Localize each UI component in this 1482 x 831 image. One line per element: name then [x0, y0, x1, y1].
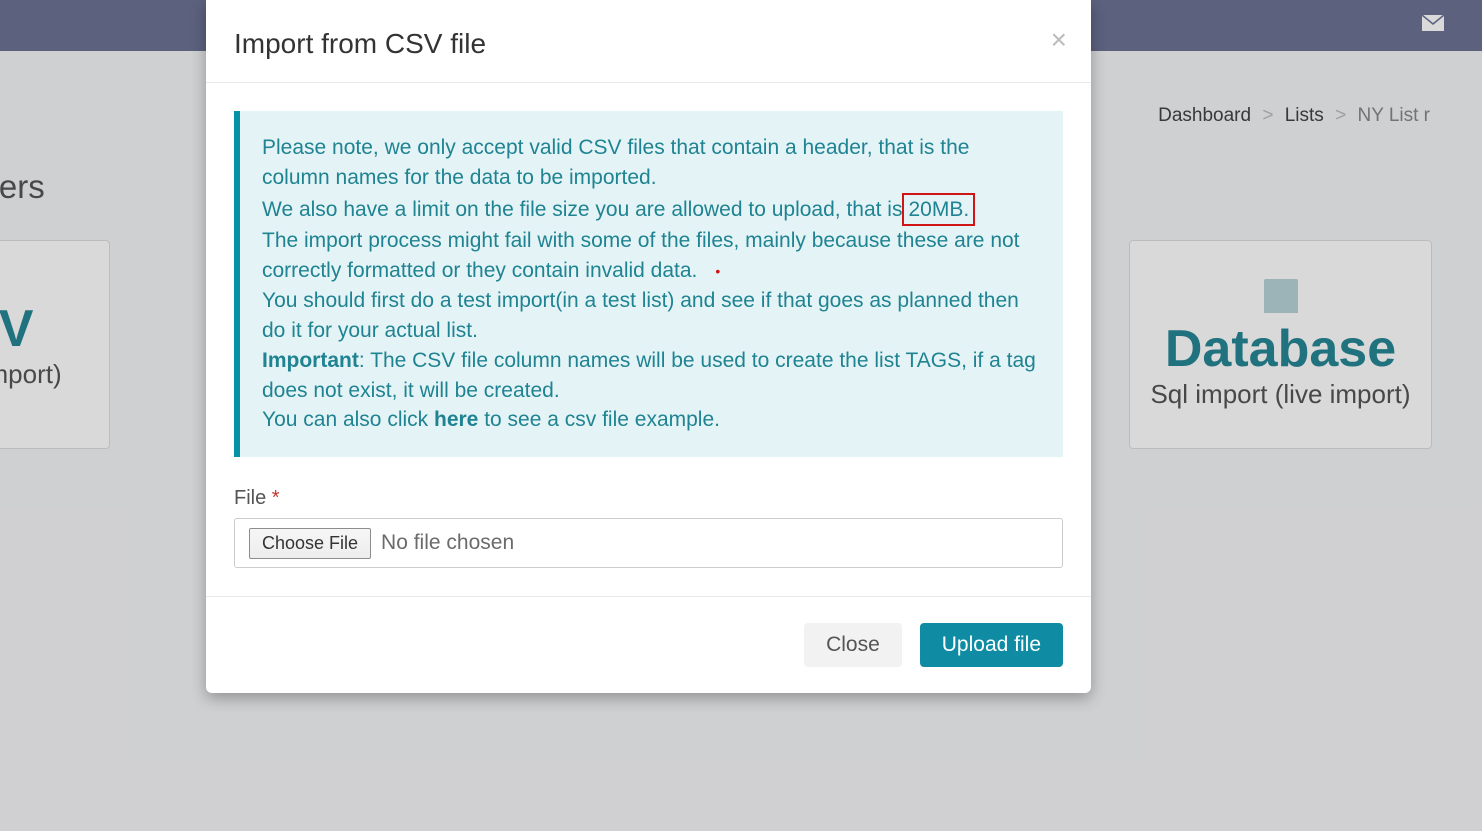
close-icon[interactable]: ×	[1051, 24, 1067, 56]
upload-file-button[interactable]: Upload file	[920, 623, 1063, 667]
important-label: Important	[262, 349, 359, 372]
annotation-dot: •	[715, 263, 720, 279]
file-form-group: File * Choose File No file chosen	[234, 487, 1063, 568]
size-highlight: 20MB.	[902, 193, 975, 227]
callout-line: Please note, we only accept valid CSV fi…	[262, 133, 1037, 193]
info-callout: Please note, we only accept valid CSV fi…	[234, 111, 1063, 457]
callout-text: : The CSV file column names will be used…	[262, 349, 1036, 402]
example-link[interactable]: here	[434, 408, 478, 431]
import-csv-modal: Import from CSV file × Please note, we o…	[206, 0, 1091, 693]
close-button[interactable]: Close	[804, 623, 902, 667]
callout-line: The import process might fail with some …	[262, 226, 1037, 286]
callout-text: We also have a limit on the file size yo…	[262, 198, 902, 221]
callout-line: We also have a limit on the file size yo…	[262, 193, 1037, 227]
callout-line: You should first do a test import(in a t…	[262, 286, 1037, 346]
modal-title: Import from CSV file	[234, 28, 1063, 60]
required-indicator: *	[272, 487, 280, 509]
file-label: File *	[234, 487, 1063, 510]
callout-text: to see a csv file example.	[478, 408, 720, 431]
label-text: File	[234, 487, 266, 509]
callout-line: Important: The CSV file column names wil…	[262, 346, 1037, 406]
callout-text: You can also click	[262, 408, 434, 431]
callout-text: The import process might fail with some …	[262, 229, 1020, 282]
modal-header: Import from CSV file ×	[206, 0, 1091, 83]
file-input[interactable]: Choose File No file chosen	[234, 518, 1063, 568]
callout-line: You can also click here to see a csv fil…	[262, 405, 1037, 435]
modal-body: Please note, we only accept valid CSV fi…	[206, 83, 1091, 596]
modal-footer: Close Upload file	[206, 596, 1091, 693]
choose-file-button[interactable]: Choose File	[249, 528, 371, 559]
file-status: No file chosen	[381, 531, 514, 555]
